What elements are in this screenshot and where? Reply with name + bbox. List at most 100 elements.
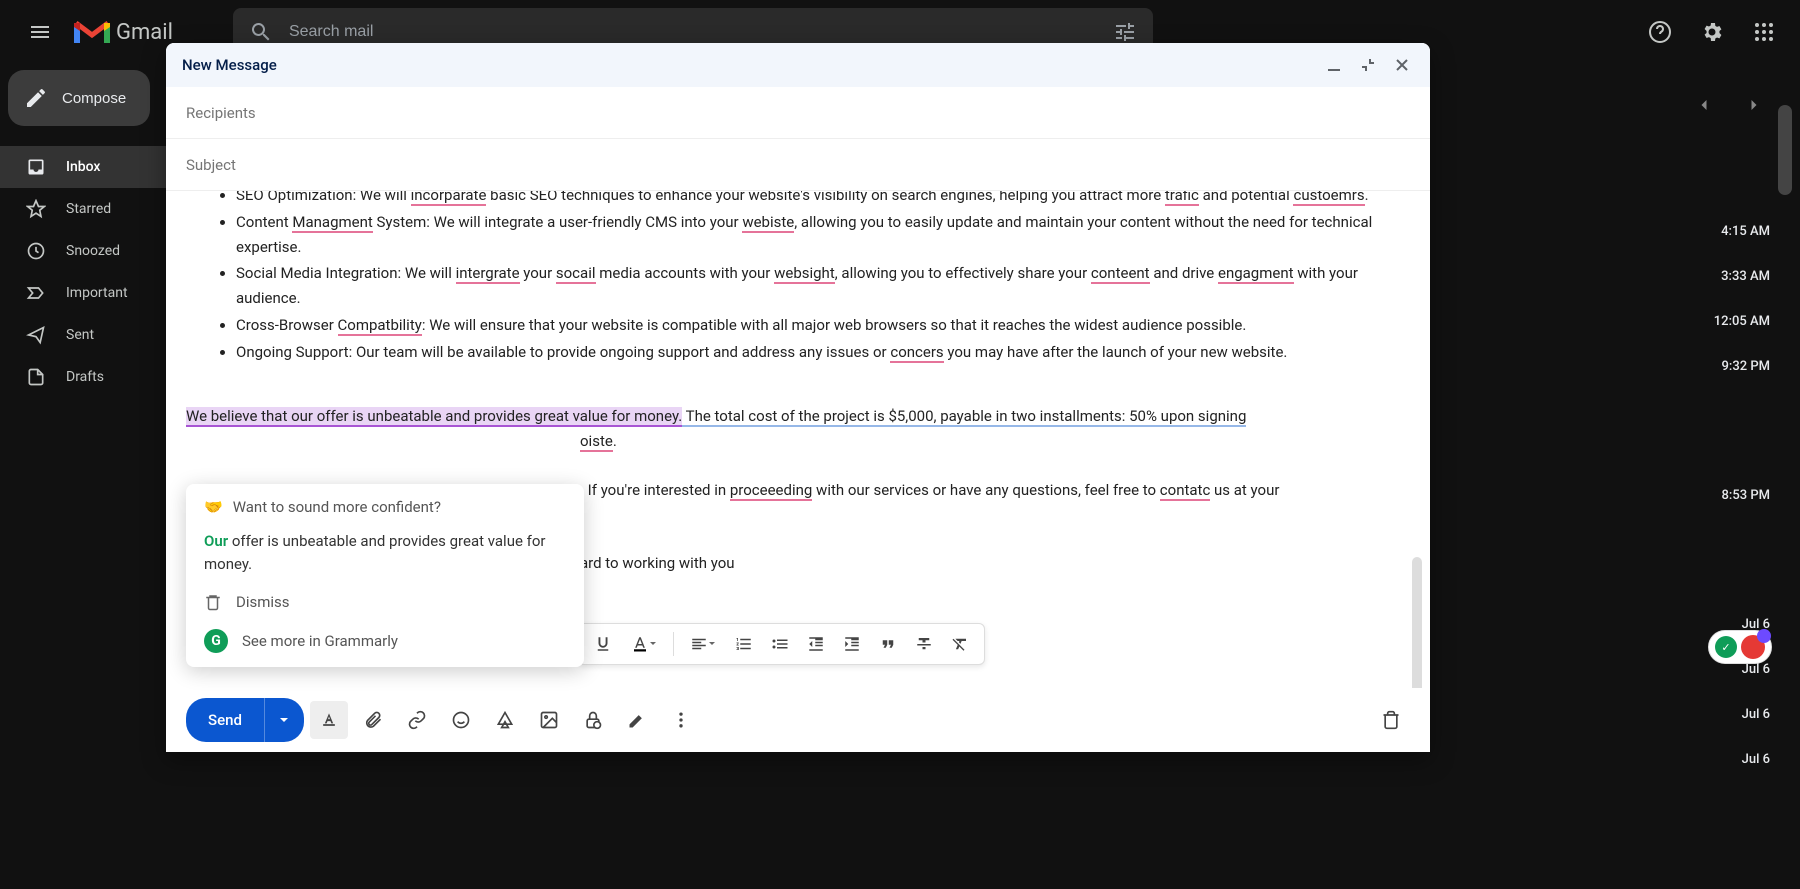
inbox-icon xyxy=(26,157,46,177)
close-button[interactable] xyxy=(1390,53,1414,77)
minimize-icon xyxy=(1326,57,1342,73)
drafts-icon xyxy=(26,367,46,387)
grammarly-dismiss[interactable]: Dismiss xyxy=(204,593,566,611)
more-button[interactable] xyxy=(662,701,700,739)
grammarly-popup: 🤝 Want to sound more confident? Our offe… xyxy=(186,484,584,667)
compose-title: New Message xyxy=(182,56,277,74)
formatting-toolbar xyxy=(578,623,985,665)
trash-icon xyxy=(1381,710,1401,730)
settings-button[interactable] xyxy=(1692,12,1732,52)
header-actions xyxy=(1640,12,1784,52)
indent-less-button[interactable] xyxy=(800,628,832,660)
underline-icon xyxy=(594,635,612,653)
body-paragraph: We believe that our offer is unbeatable … xyxy=(186,404,1410,429)
strikethrough-button[interactable] xyxy=(908,628,940,660)
help-button[interactable] xyxy=(1640,12,1680,52)
star-icon xyxy=(26,199,46,219)
page-nav xyxy=(1694,95,1764,115)
confidential-button[interactable] xyxy=(574,701,612,739)
trash-icon xyxy=(204,593,222,611)
drive-button[interactable] xyxy=(486,701,524,739)
compose-button[interactable]: Compose xyxy=(8,70,150,126)
clock-icon xyxy=(26,241,46,261)
email-time: 3:33 AM xyxy=(1714,269,1770,284)
compose-label: Compose xyxy=(62,90,126,107)
subject-field[interactable]: Subject xyxy=(166,139,1430,191)
lock-clock-icon xyxy=(583,710,603,730)
body-list-item: Ongoing Support: Our team will be availa… xyxy=(236,340,1410,365)
body-scrollbar[interactable] xyxy=(1412,557,1422,688)
compose-toolbar: Send xyxy=(166,688,1430,752)
gmail-logo[interactable]: Gmail xyxy=(72,17,173,47)
signature-button[interactable] xyxy=(618,701,656,739)
recipients-field[interactable]: Recipients xyxy=(166,87,1430,139)
align-button[interactable] xyxy=(682,628,724,660)
send-options-dropdown[interactable] xyxy=(264,698,304,742)
compose-header: New Message xyxy=(166,43,1430,87)
hamburger-icon xyxy=(28,20,52,44)
body-list-item: Social Media Integration: We will interg… xyxy=(236,261,1410,311)
bulleted-list-button[interactable] xyxy=(764,628,796,660)
email-time: Jul 6 xyxy=(1714,707,1770,722)
align-icon xyxy=(690,635,708,653)
email-time: 8:53 PM xyxy=(1714,488,1770,503)
underline-button[interactable] xyxy=(587,628,619,660)
close-icon xyxy=(1394,57,1410,73)
text-color-icon xyxy=(631,635,649,653)
drive-icon xyxy=(495,710,515,730)
indent-more-button[interactable] xyxy=(836,628,868,660)
gear-icon xyxy=(1700,20,1724,44)
sidebar-label: Inbox xyxy=(66,159,100,175)
remove-format-button[interactable] xyxy=(944,628,976,660)
scrollbar[interactable] xyxy=(1778,105,1792,195)
gmail-icon xyxy=(72,17,112,47)
grammarly-header: 🤝 Want to sound more confident? xyxy=(204,498,566,516)
chevron-right-icon[interactable] xyxy=(1744,95,1764,115)
email-time: Jul 6 xyxy=(1714,662,1770,677)
chevron-left-icon[interactable] xyxy=(1694,95,1714,115)
body-list-item: Cross-Browser Compatbility: We will ensu… xyxy=(236,313,1410,338)
pencil-icon xyxy=(24,86,48,110)
collapse-icon xyxy=(1360,57,1376,73)
text-format-icon xyxy=(319,710,339,730)
attach-button[interactable] xyxy=(354,701,392,739)
emoji-icon xyxy=(451,710,471,730)
grammarly-alert-icon xyxy=(1741,635,1765,659)
search-icon xyxy=(249,20,273,44)
fullscreen-button[interactable] xyxy=(1356,53,1380,77)
link-icon xyxy=(407,710,427,730)
numbered-list-button[interactable] xyxy=(728,628,760,660)
formatting-button[interactable] xyxy=(310,701,348,739)
grammarly-suggestion[interactable]: Our offer is unbeatable and provides gre… xyxy=(204,530,566,575)
grammarly-logo-icon: G xyxy=(204,629,228,653)
chevron-down-icon xyxy=(278,714,290,726)
sidebar-label: Drafts xyxy=(66,369,104,385)
body-list-item: SEO Optimization: We will incorparate ba… xyxy=(236,191,1410,208)
bulleted-list-icon xyxy=(771,635,789,653)
image-button[interactable] xyxy=(530,701,568,739)
quote-icon xyxy=(879,635,897,653)
apps-button[interactable] xyxy=(1744,12,1784,52)
grammarly-see-more[interactable]: G See more in Grammarly xyxy=(204,629,566,653)
tune-icon[interactable] xyxy=(1113,20,1137,44)
important-icon xyxy=(26,283,46,303)
discard-button[interactable] xyxy=(1372,701,1410,739)
sidebar-label: Important xyxy=(66,285,128,301)
sidebar-label: Snoozed xyxy=(66,243,120,259)
image-icon xyxy=(539,710,559,730)
indent-more-icon xyxy=(843,635,861,653)
email-time: 12:05 AM xyxy=(1714,314,1770,329)
paperclip-icon xyxy=(363,710,383,730)
strikethrough-icon xyxy=(915,635,933,653)
quote-button[interactable] xyxy=(872,628,904,660)
sent-icon xyxy=(26,325,46,345)
emoji-button[interactable] xyxy=(442,701,480,739)
send-button[interactable]: Send xyxy=(186,698,304,742)
grammarly-indicator[interactable]: ✓ xyxy=(1708,630,1772,664)
text-color-button[interactable] xyxy=(623,628,665,660)
minimize-button[interactable] xyxy=(1322,53,1346,77)
grammarly-logo-icon: ✓ xyxy=(1715,636,1737,658)
menu-button[interactable] xyxy=(16,8,64,56)
link-button[interactable] xyxy=(398,701,436,739)
search-input[interactable] xyxy=(289,23,1113,41)
